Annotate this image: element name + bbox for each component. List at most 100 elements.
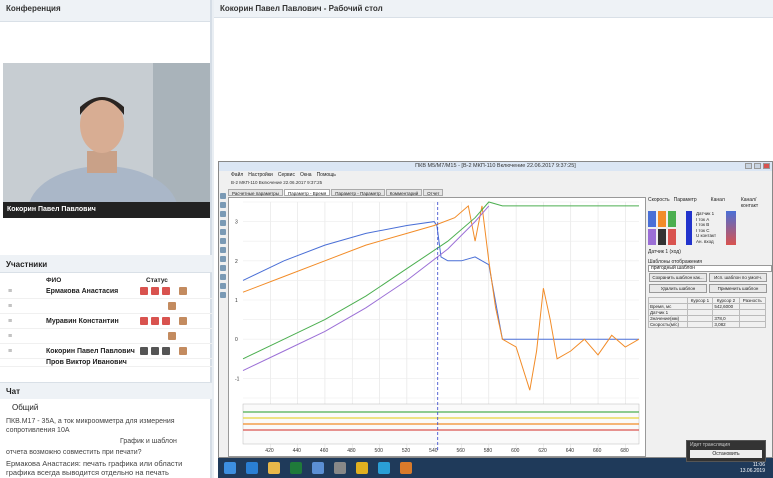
menu-help[interactable]: Помощь (317, 171, 336, 179)
color-swatches[interactable] (648, 211, 684, 245)
default-template-button[interactable]: Исп. шаблон по умолч. (709, 273, 767, 282)
tool-icon[interactable] (220, 247, 226, 253)
tool-icon[interactable] (220, 274, 226, 280)
audio-icon[interactable] (140, 287, 148, 295)
user-icon (168, 332, 176, 340)
tab-report[interactable]: Отчет (423, 189, 444, 196)
x-tick-label: 520 (402, 448, 411, 454)
video-feed: Кокорин Павел Павлович (3, 63, 210, 218)
participants-panel: Участники ФИО Статус ≡ Ермакова Анастаси… (0, 255, 212, 380)
chat-message: График и шаблон (120, 438, 177, 445)
ie-icon[interactable] (246, 462, 258, 474)
screen-icon[interactable] (162, 347, 170, 355)
y-tick-label: 3 (235, 220, 238, 226)
tool-icon[interactable] (220, 211, 226, 217)
channel-item[interactable]: Ан. вход (696, 239, 716, 245)
speed-label: Скорость (648, 197, 670, 203)
x-tick-label: 540 (429, 448, 438, 454)
x-tick-label: 480 (347, 448, 356, 454)
column-status: Статус (146, 277, 168, 284)
series-line (242, 204, 640, 391)
zoom-icon[interactable] (220, 220, 226, 226)
ch-cont-label: Канал/контакт (740, 197, 759, 209)
minimize-icon[interactable] (745, 163, 752, 169)
delete-template-button[interactable]: Удалить шаблон (649, 284, 707, 293)
participant-row[interactable]: ≡ Муравин Константин (0, 314, 212, 329)
screen-icon[interactable] (162, 287, 170, 295)
stop-sharing-button[interactable]: Остановить (690, 450, 762, 458)
tab-param-param[interactable]: Параметр - Параметр (331, 189, 385, 196)
tray-clock[interactable]: 11:06 13.06.2019 (740, 462, 765, 474)
tool-icon[interactable] (220, 292, 226, 298)
drag-handle-icon[interactable]: ≡ (0, 318, 20, 325)
video-icon[interactable] (151, 317, 159, 325)
share-label: Идет трансляция (690, 442, 730, 448)
menu-windows[interactable]: Окна (300, 171, 312, 179)
channel-item[interactable]: Датчик 1 (696, 211, 716, 217)
chat-title: Чат (0, 383, 212, 399)
app-icon[interactable] (400, 462, 412, 474)
channel-list[interactable]: Датчик 1 I ток А I ток B I ток C U конта… (696, 211, 716, 245)
column-name: ФИО (46, 277, 62, 284)
tool-icon[interactable] (220, 193, 226, 199)
channel-item[interactable]: U контакт (696, 233, 716, 239)
document-subtitle: В-2 МКП-110 Включение 22.06.2017 9:37:25 (231, 180, 323, 185)
tool-icon[interactable] (220, 256, 226, 262)
tab-comment[interactable]: Комментарий (385, 189, 423, 196)
y-tick-label: -1 (235, 376, 240, 382)
screen-icon[interactable] (162, 317, 170, 325)
video-icon[interactable] (151, 287, 159, 295)
menu-file[interactable]: Файл (231, 171, 243, 179)
chart-area[interactable]: 3 2 1 0 -1 420 440 460 480 500 520 540 560 580 600 620 6… (228, 197, 646, 457)
menu-settings[interactable]: Настройки (248, 171, 273, 179)
tab-param-time[interactable]: Параметр - Время (283, 189, 331, 196)
folder-icon[interactable] (268, 462, 280, 474)
left-panel: Конференция Кокорин Павел Павлович Участ… (0, 0, 212, 478)
app-title-bar: ПКВ М5/М7/М15 - [В-2 МКП-110 Включение 2… (219, 162, 772, 171)
tool-icon[interactable] (220, 283, 226, 289)
x-tick-label: 580 (484, 448, 493, 454)
app-icon[interactable] (378, 462, 390, 474)
audio-icon[interactable] (140, 317, 148, 325)
clock-date: 13.06.2019 (739, 468, 765, 474)
drag-handle-icon[interactable]: ≡ (0, 348, 20, 355)
app-icon[interactable] (334, 462, 346, 474)
table-cell: 3,082 (712, 321, 740, 328)
participants-columns: ФИО Статус (0, 273, 212, 284)
conference-header: Конференция (0, 0, 210, 22)
chart-svg[interactable]: 3 2 1 0 -1 420 440 460 480 500 520 540 560 580 600 620 6… (229, 198, 645, 456)
participant-row[interactable]: ≡ (0, 329, 212, 344)
x-tick-label: 420 (265, 448, 274, 454)
tool-icon[interactable] (220, 265, 226, 271)
template-select[interactable]: пригодный шаблон (648, 265, 772, 272)
save-template-button[interactable]: Сохранить шаблон как... (649, 273, 707, 282)
chrome-icon[interactable] (356, 462, 368, 474)
tool-icon[interactable] (220, 229, 226, 235)
participant-row[interactable]: ≡ (0, 299, 212, 314)
window-buttons (745, 163, 770, 169)
drag-handle-icon[interactable]: ≡ (0, 288, 20, 295)
close-icon[interactable] (763, 163, 770, 169)
tool-icon[interactable] (220, 238, 226, 244)
menu-service[interactable]: Сервис (278, 171, 295, 179)
participant-row[interactable]: ≡ Кокорин Павел Павлович (0, 344, 212, 359)
windows-start-icon[interactable] (224, 462, 236, 474)
tab-calculated[interactable]: Расчетные параметры (228, 189, 283, 196)
apply-template-button[interactable]: Применить шаблон (709, 284, 767, 293)
video-name-label: Кокорин Павел Павлович (3, 202, 210, 218)
video-icon[interactable] (151, 347, 159, 355)
participant-row[interactable]: ≡ Ермакова Анастасия (0, 284, 212, 299)
desktop-header: Кокорин Павел Павлович - Рабочий стол (214, 0, 773, 18)
store-icon[interactable] (312, 462, 324, 474)
excel-icon[interactable] (290, 462, 302, 474)
tool-icon[interactable] (220, 202, 226, 208)
chat-tab-general[interactable]: Общий (6, 401, 45, 414)
drag-handle-icon[interactable]: ≡ (0, 303, 20, 310)
drag-handle-icon[interactable]: ≡ (0, 333, 20, 340)
chat-message: ПКВ.М17 - 35А, а ток микроомметра для из… (6, 418, 175, 434)
maximize-icon[interactable] (754, 163, 761, 169)
sensor-checkbox[interactable]: Датчик 1 (ход) (648, 249, 772, 255)
participant-row[interactable]: Пров Виктор Иванович (0, 359, 212, 367)
audio-icon[interactable] (140, 347, 148, 355)
user-icon (168, 302, 176, 310)
